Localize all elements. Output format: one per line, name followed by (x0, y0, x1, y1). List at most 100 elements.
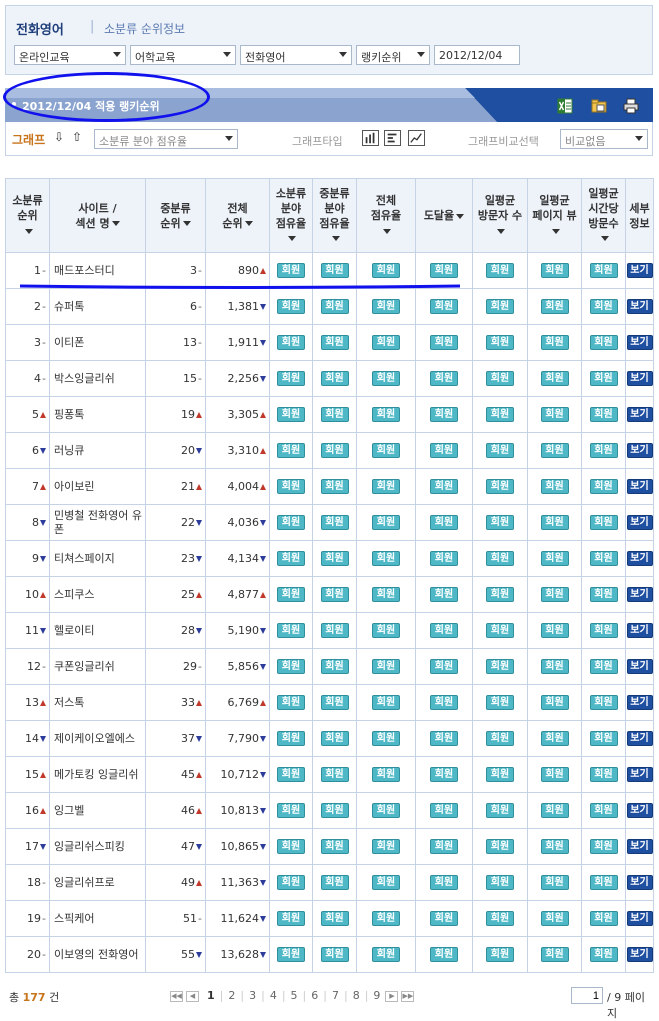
member-only-button[interactable]: 회원 (372, 371, 400, 386)
member-only-button[interactable]: 회원 (372, 803, 400, 818)
site-name[interactable]: 민병철 전화영어 유폰 (49, 504, 146, 541)
member-only-button[interactable]: 회원 (277, 623, 305, 638)
graph-compare-select[interactable]: 비교없음 (560, 129, 648, 149)
member-only-button[interactable]: 회원 (486, 371, 514, 386)
member-only-button[interactable]: 회원 (589, 587, 618, 602)
line-chart-icon[interactable] (408, 130, 425, 146)
member-only-button[interactable]: 회원 (372, 839, 400, 854)
view-detail-button[interactable]: 보기 (626, 479, 653, 494)
sort-down-icon[interactable] (551, 228, 560, 234)
member-only-button[interactable]: 회원 (430, 803, 458, 818)
member-only-button[interactable]: 회원 (589, 875, 618, 890)
member-only-button[interactable]: 회원 (430, 335, 458, 350)
page-link[interactable]: 8 (353, 989, 360, 1002)
view-detail-button[interactable]: 보기 (626, 407, 653, 422)
sort-down-icon[interactable] (244, 221, 253, 226)
member-only-button[interactable]: 회원 (430, 371, 458, 386)
bar-chart-icon[interactable] (362, 130, 379, 146)
column-header[interactable]: 일평균 시간당 방문수 (581, 178, 626, 253)
member-only-button[interactable]: 회원 (277, 587, 305, 602)
member-only-button[interactable]: 회원 (372, 335, 400, 350)
page-link[interactable]: 6 (311, 989, 318, 1002)
site-name[interactable]: 제이케이오엘에스 (49, 720, 146, 757)
member-only-button[interactable]: 회원 (277, 695, 305, 710)
page-link[interactable]: 7 (332, 989, 339, 1002)
member-only-button[interactable]: 회원 (277, 659, 305, 674)
member-only-button[interactable]: 회원 (320, 407, 349, 422)
view-detail-button[interactable]: 보기 (626, 335, 653, 350)
view-detail-button[interactable]: 보기 (626, 803, 653, 818)
member-only-button[interactable]: 회원 (372, 695, 400, 710)
member-only-button[interactable]: 회원 (589, 335, 618, 350)
view-detail-button[interactable]: 보기 (626, 947, 653, 962)
view-detail-button[interactable]: 보기 (626, 875, 653, 890)
member-only-button[interactable]: 회원 (372, 551, 400, 566)
page-link[interactable]: 9 (373, 989, 380, 1002)
member-only-button[interactable]: 회원 (320, 803, 349, 818)
site-name[interactable]: 이티폰 (49, 324, 146, 361)
member-only-button[interactable]: 회원 (589, 911, 618, 926)
view-detail-button[interactable]: 보기 (626, 767, 653, 782)
view-detail-button[interactable]: 보기 (626, 371, 653, 386)
site-name[interactable]: 헬로이티 (49, 612, 146, 649)
member-only-button[interactable]: 회원 (486, 263, 514, 278)
member-only-button[interactable]: 회원 (372, 767, 400, 782)
column-header[interactable]: 전체 점유율 (356, 178, 416, 253)
member-only-button[interactable]: 회원 (589, 767, 618, 782)
member-only-button[interactable]: 회원 (430, 731, 458, 746)
member-only-button[interactable]: 회원 (320, 659, 349, 674)
member-only-button[interactable]: 회원 (589, 947, 618, 962)
member-only-button[interactable]: 회원 (486, 587, 514, 602)
member-only-button[interactable]: 회원 (540, 911, 569, 926)
horizontal-bar-chart-icon[interactable] (384, 130, 401, 146)
sort-down-icon[interactable] (600, 236, 609, 241)
member-only-button[interactable]: 회원 (320, 875, 349, 890)
member-only-button[interactable]: 회원 (277, 875, 305, 890)
site-name[interactable]: 박스잉글리쉬 (49, 360, 146, 397)
last-page-icon[interactable]: ▶▶ (401, 990, 415, 1002)
site-name[interactable]: 잉글리쉬프로 (49, 864, 146, 901)
column-header[interactable]: 중분류 분야 점유율 (312, 178, 357, 253)
member-only-button[interactable]: 회원 (589, 479, 618, 494)
member-only-button[interactable]: 회원 (277, 911, 305, 926)
member-only-button[interactable]: 회원 (430, 767, 458, 782)
member-only-button[interactable]: 회원 (589, 299, 618, 314)
member-only-button[interactable]: 회원 (320, 479, 349, 494)
member-only-button[interactable]: 회원 (277, 371, 305, 386)
member-only-button[interactable]: 회원 (320, 515, 349, 530)
member-only-button[interactable]: 회원 (320, 911, 349, 926)
column-header[interactable]: 중분류 순위 (145, 178, 206, 253)
member-only-button[interactable]: 회원 (277, 767, 305, 782)
site-name[interactable]: 티쳐스페이지 (49, 540, 146, 577)
member-only-button[interactable]: 회원 (589, 695, 618, 710)
member-only-button[interactable]: 회원 (540, 947, 569, 962)
view-detail-button[interactable]: 보기 (626, 695, 653, 710)
member-only-button[interactable]: 회원 (486, 299, 514, 314)
sort-down-icon[interactable] (24, 228, 33, 234)
member-only-button[interactable]: 회원 (430, 515, 458, 530)
filter-select-large-category[interactable]: 온라인교육 (14, 45, 126, 65)
member-only-button[interactable]: 회원 (430, 695, 458, 710)
member-only-button[interactable]: 회원 (277, 335, 305, 350)
member-only-button[interactable]: 회원 (430, 839, 458, 854)
member-only-button[interactable]: 회원 (486, 515, 514, 530)
view-detail-button[interactable]: 보기 (626, 443, 653, 458)
member-only-button[interactable]: 회원 (540, 623, 569, 638)
member-only-button[interactable]: 회원 (372, 947, 400, 962)
view-detail-button[interactable]: 보기 (626, 839, 653, 854)
site-name[interactable]: 이보영의 전화영어 (49, 936, 146, 973)
member-only-button[interactable]: 회원 (372, 299, 400, 314)
page-number-input[interactable] (571, 987, 603, 1004)
member-only-button[interactable]: 회원 (540, 479, 569, 494)
filter-select-small-category[interactable]: 전화영어 (240, 45, 352, 65)
page-link[interactable]: 3 (249, 989, 256, 1002)
excel-icon[interactable] (557, 98, 573, 114)
filter-select-date[interactable]: 2012/12/04 (434, 45, 520, 65)
member-only-button[interactable]: 회원 (277, 515, 305, 530)
site-name[interactable]: 슈퍼톡 (49, 288, 146, 325)
view-detail-button[interactable]: 보기 (626, 587, 653, 602)
member-only-button[interactable]: 회원 (540, 767, 569, 782)
member-only-button[interactable]: 회원 (540, 407, 569, 422)
member-only-button[interactable]: 회원 (540, 515, 569, 530)
site-name[interactable]: 쿠폰잉글리쉬 (49, 648, 146, 685)
